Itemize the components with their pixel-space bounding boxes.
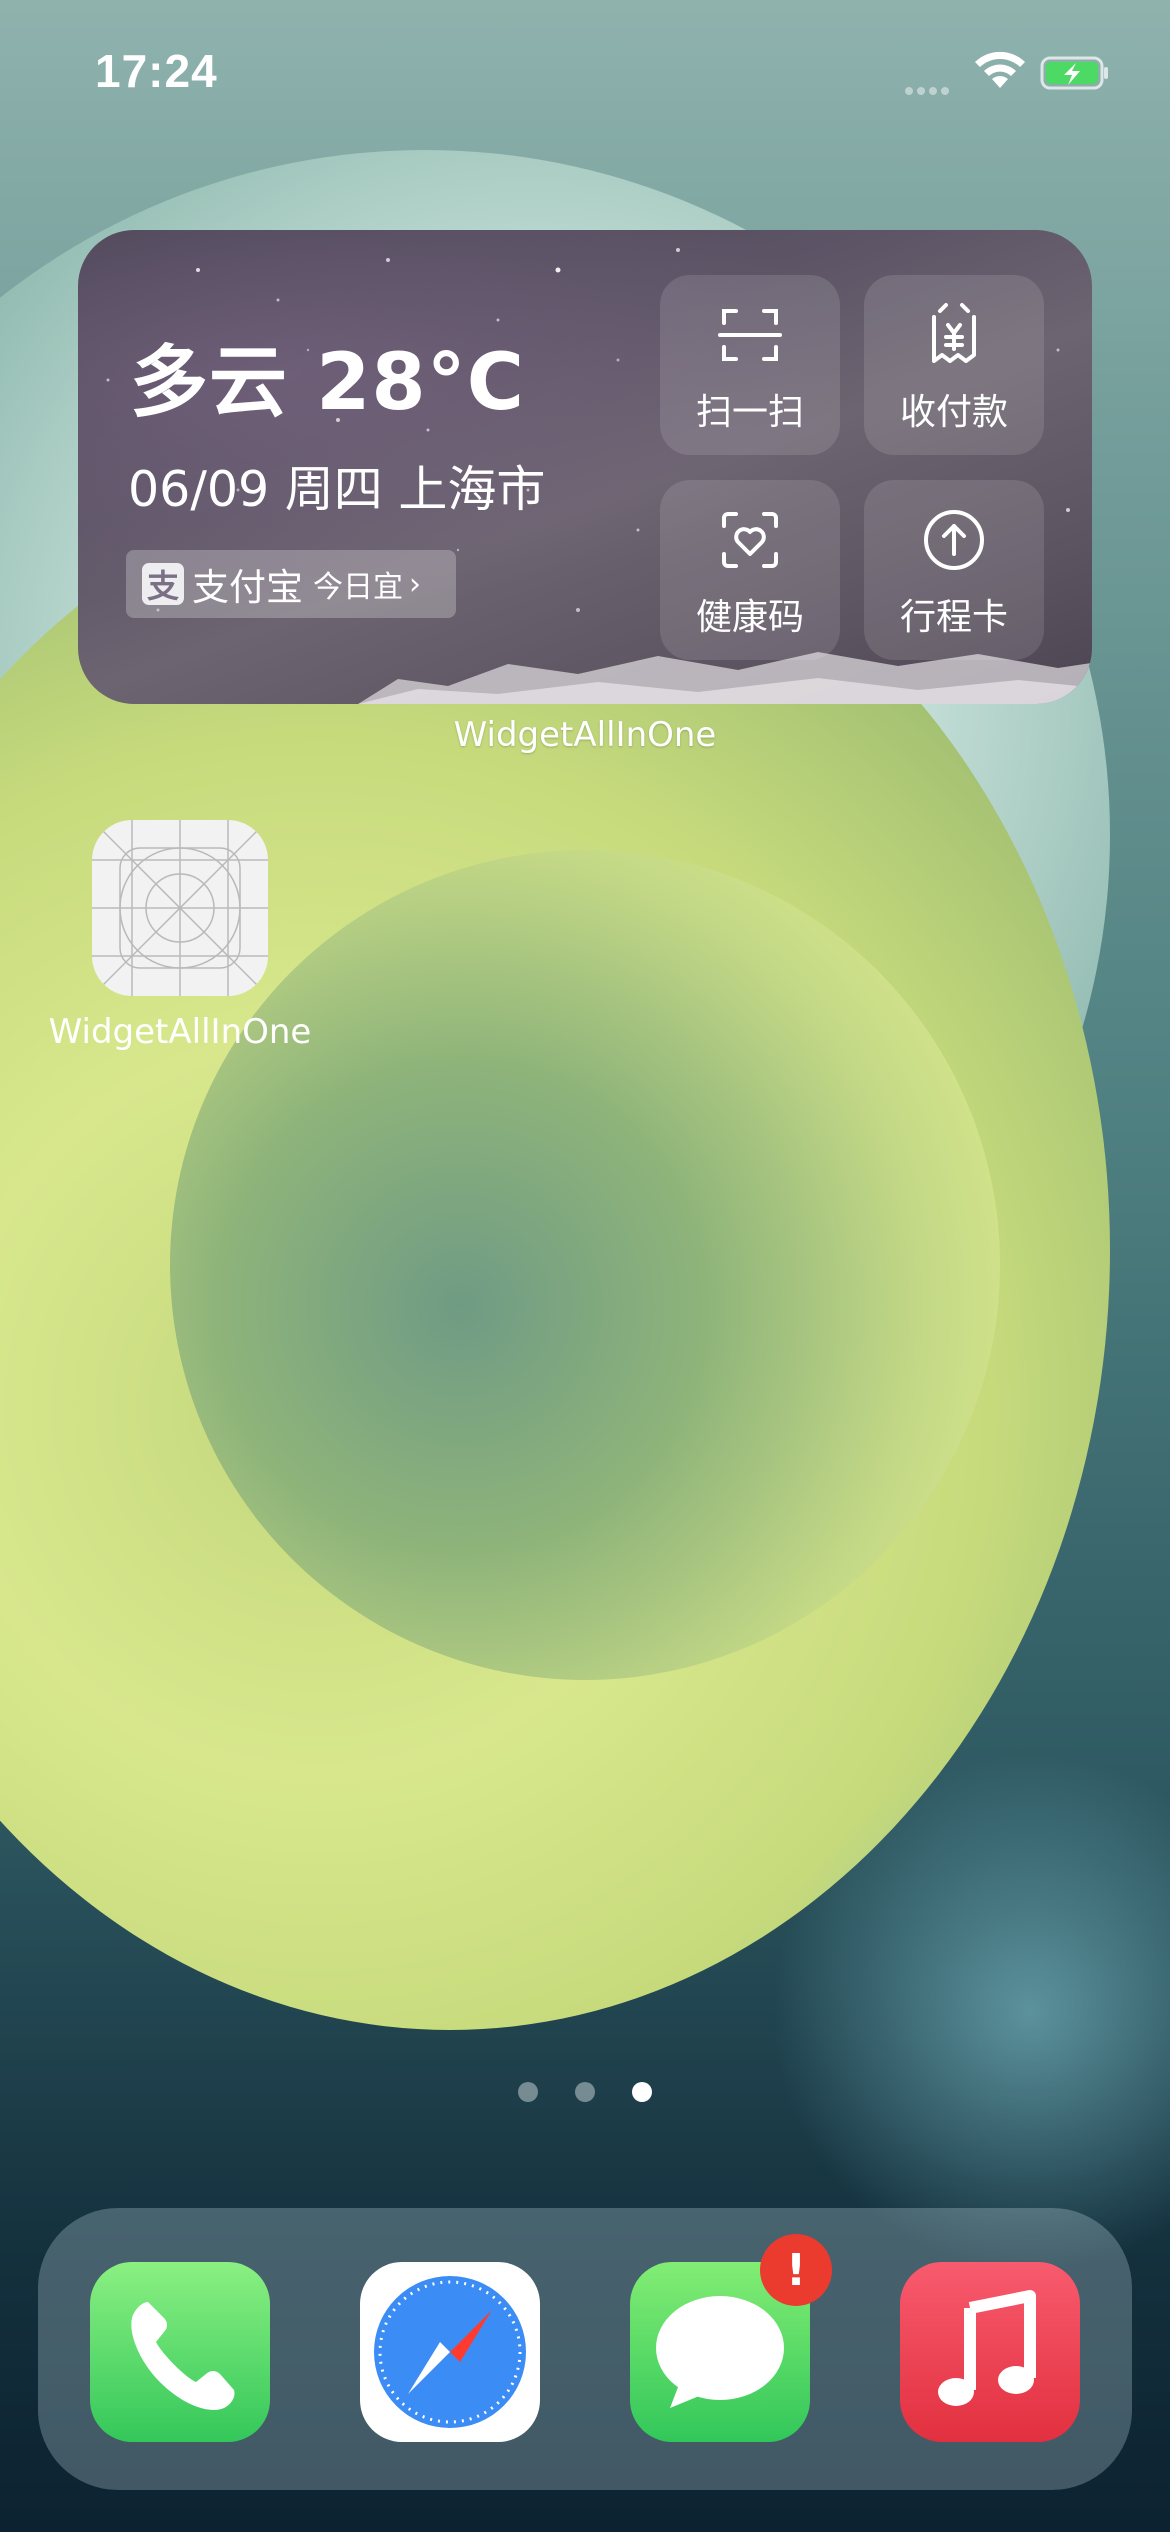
page-dot[interactable] — [575, 2082, 595, 2102]
status-bar: 17:24 — [0, 0, 1170, 150]
chevron-right-icon: › — [409, 566, 421, 602]
safari-app[interactable] — [360, 2262, 540, 2442]
phone-app[interactable] — [90, 2262, 270, 2442]
travel-card-label: 行程卡 — [899, 597, 1008, 638]
health-code-label: 健康码 — [695, 597, 804, 638]
scan-button[interactable]: 扫一扫 — [660, 275, 840, 455]
payment-receipt-icon — [932, 303, 976, 363]
widgetallinone-app-label: WidgetAllInOne — [48, 1012, 312, 1052]
scan-label: 扫一扫 — [695, 392, 804, 433]
alipay-daily-pill[interactable]: 支 支付宝 今日宜 › — [126, 550, 456, 618]
widget-caption: WidgetAllInOne — [453, 715, 717, 755]
alipay-widget[interactable]: 多云 28°C 06/09 周四 上海市 支 支付宝 今日宜 › 扫一扫 收付款… — [78, 230, 1092, 704]
status-time: 17:24 — [95, 45, 218, 97]
upload-arrow-icon — [924, 510, 984, 570]
notification-badge: ! — [760, 2234, 832, 2306]
app-placeholder-icon — [92, 820, 268, 996]
daily-advice-label: 今日宜 — [313, 570, 403, 605]
wifi-icon — [975, 51, 1025, 88]
phone-icon — [131, 2302, 235, 2410]
travel-card-button[interactable]: 行程卡 — [864, 480, 1044, 660]
wallpaper-circle-inner — [170, 850, 1000, 1680]
weather-title: 多云 28°C — [130, 338, 525, 428]
music-note-icon — [938, 2290, 1036, 2406]
health-code-button[interactable]: 健康码 — [660, 480, 840, 660]
music-app[interactable] — [900, 2262, 1080, 2442]
date-location: 06/09 周四 上海市 — [128, 461, 546, 518]
widgetallinone-app-icon[interactable] — [92, 820, 268, 996]
compass-icon — [374, 2276, 526, 2428]
dock: ! — [38, 2208, 1132, 2490]
health-code-icon — [722, 512, 778, 568]
scan-icon — [718, 309, 782, 361]
cellular-signal-icon — [905, 80, 953, 99]
alipay-brand: 支付宝 — [192, 566, 303, 609]
alipay-logo-icon: 支 — [142, 563, 184, 605]
page-dot-active[interactable] — [632, 2082, 653, 2102]
page-dot[interactable] — [517, 2082, 538, 2102]
messages-app[interactable]: ! — [630, 2234, 832, 2442]
battery-charging-icon — [1040, 56, 1108, 90]
payment-button[interactable]: 收付款 — [864, 275, 1044, 455]
page-indicator[interactable] — [0, 2082, 1170, 2106]
payment-label: 收付款 — [899, 392, 1008, 433]
